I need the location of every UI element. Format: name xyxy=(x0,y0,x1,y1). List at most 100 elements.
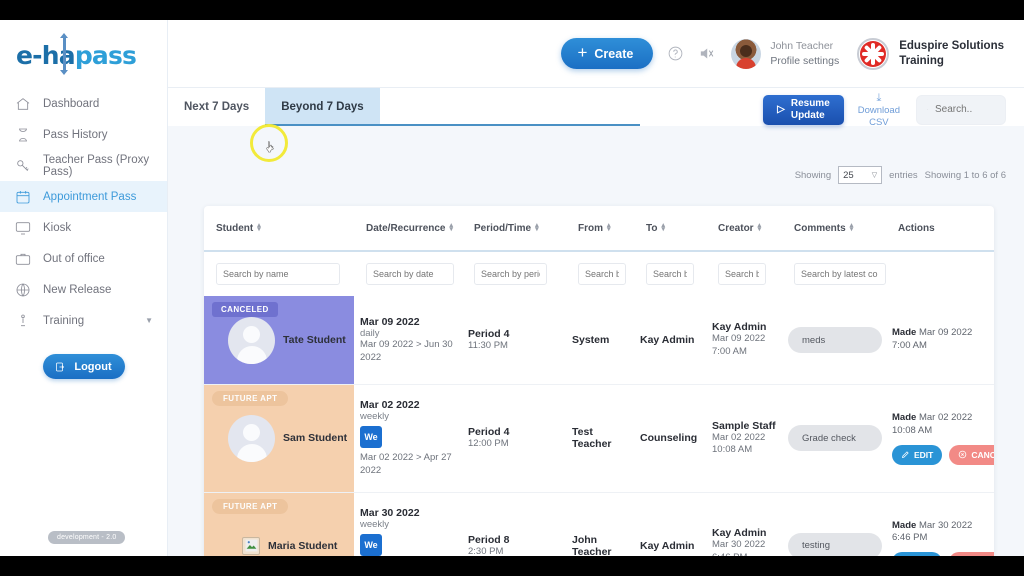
recurrence-type: daily xyxy=(360,327,380,339)
help-button[interactable] xyxy=(667,45,684,62)
status-badge: FUTURE APT xyxy=(212,498,289,514)
search-icon xyxy=(927,109,928,111)
entries-label: entries xyxy=(889,169,918,181)
table-row[interactable]: CANCELED Tate Student Mar 09 2022 daily … xyxy=(204,296,994,385)
logout-icon xyxy=(56,362,65,371)
appointment-date: Mar 30 2022 xyxy=(360,506,420,519)
time-label: 12:00 PM xyxy=(468,437,509,449)
column-header-period-time[interactable]: Period/Time ▴ ▾ xyxy=(474,222,578,233)
sort-icon: ▴ ▾ xyxy=(257,222,261,233)
period-time-cell: Period 8 2:30 PM xyxy=(462,493,566,556)
sidebar-item-pass-history[interactable]: Pass History xyxy=(0,119,167,150)
filter-period-input[interactable] xyxy=(474,263,547,285)
filter-date-input[interactable] xyxy=(366,263,454,285)
to-value: Kay Admin xyxy=(640,539,695,552)
recurrence-type: weekly xyxy=(360,518,390,530)
from-cell: System xyxy=(566,296,634,384)
filter-from-input[interactable] xyxy=(578,263,626,285)
org-name-line1: Eduspire Solutions xyxy=(899,39,1004,52)
org-name-line2: Training xyxy=(899,54,944,67)
entries-per-page-select[interactable]: 25 ▽ xyxy=(838,166,883,184)
table-header-row: Student ▴ ▾ Date/Recurrence ▴ ▾ Period/Time ▴… xyxy=(204,206,994,252)
mouse-cursor-icon xyxy=(264,140,277,160)
cancel-button[interactable]: CANCEL xyxy=(949,444,994,465)
pagination-summary: Showing 25 ▽ entries Showing 1 to 6 of 6 xyxy=(795,166,1006,184)
creator-time: 7:00 AM xyxy=(712,346,747,357)
organization-name: Eduspire Solutions Training xyxy=(899,39,1004,69)
filter-creator-input[interactable] xyxy=(718,263,766,285)
column-header-student[interactable]: Student ▴ ▾ xyxy=(216,222,366,233)
user-avatar[interactable] xyxy=(731,38,762,69)
appointments-table: Student ▴ ▾ Date/Recurrence ▴ ▾ Period/Time ▴… xyxy=(204,206,994,556)
period-label: Period 4 xyxy=(468,425,510,438)
profile-settings-link[interactable]: Profile settings xyxy=(770,54,839,68)
column-header-from[interactable]: From ▴ ▾ xyxy=(578,222,646,233)
date-recurrence-cell: Mar 30 2022 weekly We Mar 30 2022 > Apr … xyxy=(354,493,462,556)
logout-button[interactable]: Logout xyxy=(42,354,125,379)
creator-time: 10:08 AM xyxy=(712,444,753,456)
search-box[interactable] xyxy=(916,94,1006,125)
made-label: Made xyxy=(892,519,917,531)
student-name: Maria Student xyxy=(268,539,338,552)
avatar xyxy=(228,414,275,462)
row-action-buttons: EDIT CANCEL xyxy=(892,444,994,465)
sidebar-item-kiosk[interactable]: Kiosk xyxy=(0,212,167,243)
sort-icon: ▴ ▾ xyxy=(449,222,453,233)
sidebar: e-hapass Dashboard Pass History Teacher … xyxy=(0,20,168,556)
download-csv-button[interactable]: ⤓ Download CSV xyxy=(858,92,900,128)
create-button[interactable]: + Create xyxy=(561,38,654,69)
logout-wrapper: Logout xyxy=(0,354,167,379)
creator-name: Sample Staff xyxy=(712,419,776,432)
resume-update-button[interactable]: ▷ Resume Update xyxy=(763,94,844,125)
edit-button[interactable]: EDIT xyxy=(892,444,943,465)
mute-button[interactable] xyxy=(698,45,715,62)
comments-cell: meds xyxy=(782,296,886,384)
actions-cell: Made Mar 30 2022 6:46 PM EDIT CANCEL xyxy=(886,493,994,556)
comment-pill: testing xyxy=(788,532,882,556)
sidebar-item-dashboard[interactable]: Dashboard xyxy=(0,88,167,119)
filter-student-input[interactable] xyxy=(216,263,340,285)
time-label: 2:30 PM xyxy=(468,545,504,556)
download-icon: ⤓ xyxy=(876,92,882,104)
home-icon xyxy=(14,95,31,112)
made-label: Made xyxy=(892,327,917,339)
table-row[interactable]: FUTURE APT Sam Student Mar 02 2022 weekl… xyxy=(204,385,994,493)
filter-to-input[interactable] xyxy=(646,263,694,285)
sidebar-item-training[interactable]: Training ▼ xyxy=(0,305,167,336)
sidebar-item-appointment-pass[interactable]: Appointment Pass xyxy=(0,181,167,212)
column-header-creator[interactable]: Creator ▴ ▾ xyxy=(718,222,794,233)
tab-next-7-days[interactable]: Next 7 Days xyxy=(168,88,265,126)
table-toolbar: ▷ Resume Update ⤓ Download CSV xyxy=(763,92,1006,128)
date-recurrence-cell: Mar 02 2022 weekly We Mar 02 2022 > Apr … xyxy=(354,385,462,492)
from-value: Test Teacher xyxy=(572,426,612,451)
globe-icon xyxy=(14,281,31,298)
search-input[interactable] xyxy=(935,104,995,116)
from-cell: John Teacher xyxy=(566,493,634,556)
creator-cell: Kay Admin Mar 30 2022 6:46 PM xyxy=(706,493,782,556)
muted-speaker-icon xyxy=(701,48,714,59)
tab-beyond-7-days[interactable]: Beyond 7 Days xyxy=(265,88,642,126)
date-range: Mar 02 2022 > Apr 27 2022 xyxy=(360,452,452,476)
sidebar-item-new-release[interactable]: New Release xyxy=(0,274,167,305)
environment-badge: development - 2.0 xyxy=(48,531,126,544)
sidebar-item-out-of-office[interactable]: Out of office xyxy=(0,243,167,274)
status-badge: CANCELED xyxy=(212,302,278,317)
column-header-date-recurrence[interactable]: Date/Recurrence ▴ ▾ xyxy=(366,222,474,233)
letterbox-bottom xyxy=(0,556,1024,576)
student-name: Tate Student xyxy=(283,334,346,346)
filter-comments-input[interactable] xyxy=(794,263,886,285)
actions-cell: Made Mar 09 2022 7:00 AM xyxy=(886,296,994,384)
table-row[interactable]: FUTURE APT Maria Student Mar 30 2022 wee… xyxy=(204,492,994,556)
column-header-to[interactable]: To ▴ ▾ xyxy=(646,222,718,233)
download-csv-line2: CSV xyxy=(869,116,889,128)
pinwheel-icon xyxy=(860,40,887,67)
student-cell: FUTURE APT Maria Student xyxy=(204,492,354,556)
creator-date: Mar 09 2022 xyxy=(712,333,766,345)
screen-root: e-hapass Dashboard Pass History Teacher … xyxy=(0,0,1024,576)
app-logo[interactable]: e-hapass xyxy=(0,20,167,82)
from-cell: Test Teacher xyxy=(566,385,634,492)
column-header-comments[interactable]: Comments ▴ ▾ xyxy=(794,222,898,233)
pencil-icon xyxy=(901,451,909,459)
sidebar-item-teacher-pass[interactable]: Teacher Pass (Proxy Pass) xyxy=(0,150,167,181)
showing-label: Showing xyxy=(794,169,832,181)
